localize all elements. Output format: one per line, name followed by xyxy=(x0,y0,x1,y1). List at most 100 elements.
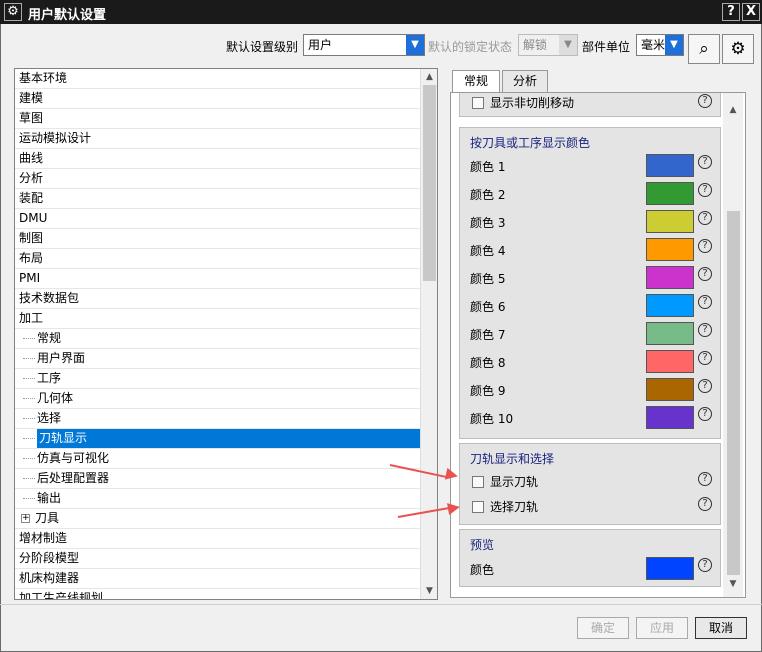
tree-item[interactable]: 运动模拟设计 xyxy=(15,129,421,149)
color-swatch[interactable] xyxy=(646,238,694,261)
help-icon[interactable]: ? xyxy=(698,558,712,572)
help-button[interactable]: ? xyxy=(722,3,740,21)
tree-item[interactable]: 用户界面 xyxy=(15,349,421,369)
tree-item[interactable]: 常规 xyxy=(15,329,421,349)
tree-item[interactable]: 分阶段模型 xyxy=(15,549,421,569)
color-swatch[interactable] xyxy=(646,266,694,289)
help-icon[interactable]: ? xyxy=(698,379,712,393)
tree-item[interactable]: 仿真与可视化 xyxy=(15,449,421,469)
expand-plus-icon[interactable]: + xyxy=(21,514,30,523)
tree-item-label: 技术数据包 xyxy=(19,291,80,305)
tree-item[interactable]: 分析 xyxy=(15,169,421,189)
chevron-down-icon[interactable]: ▼ xyxy=(406,35,424,55)
tree-item[interactable]: 工序 xyxy=(15,369,421,389)
apply-button[interactable]: 应用 xyxy=(636,617,688,639)
chevron-down-icon[interactable]: ▼ xyxy=(665,35,683,55)
panel-scrollbar[interactable]: ▲ ▼ xyxy=(723,93,743,597)
scroll-down-icon[interactable]: ▼ xyxy=(421,583,437,599)
tree-item[interactable]: PMI xyxy=(15,269,421,289)
tree-item[interactable]: 加工 xyxy=(15,309,421,329)
tree-item[interactable]: 加工生产线规划 xyxy=(15,589,421,599)
scroll-up-icon[interactable]: ▲ xyxy=(723,101,743,119)
gear-icon[interactable]: ⚙ xyxy=(4,3,22,21)
tree-item-label: 后处理配置器 xyxy=(37,471,110,485)
tree-item-label: 加工 xyxy=(19,311,44,325)
tree-item[interactable]: 布局 xyxy=(15,249,421,269)
help-icon[interactable]: ? xyxy=(698,183,712,197)
help-icon[interactable]: ? xyxy=(698,472,712,486)
panel-scroll-thumb[interactable] xyxy=(727,211,740,575)
tree-scrollbar[interactable]: ▲ ▼ xyxy=(420,69,437,599)
color-swatch[interactable] xyxy=(646,350,694,373)
help-icon[interactable]: ? xyxy=(698,323,712,337)
tree-item[interactable]: 刀轨显示 xyxy=(15,429,423,449)
tree-item[interactable]: 草图 xyxy=(15,109,421,129)
tree-item[interactable]: + 刀具 xyxy=(15,509,421,529)
find-binoculars-button[interactable]: ⌕ xyxy=(688,34,720,64)
tree-scroll-thumb[interactable] xyxy=(423,85,436,281)
level-select[interactable]: 用户 ▼ xyxy=(303,34,425,56)
color-swatch[interactable] xyxy=(646,182,694,205)
tree-item-label: 常规 xyxy=(37,331,62,345)
help-icon[interactable]: ? xyxy=(698,497,712,511)
close-button[interactable]: X xyxy=(742,3,760,21)
help-icon[interactable]: ? xyxy=(698,351,712,365)
color-swatch[interactable] xyxy=(646,322,694,345)
tree-item[interactable]: 技术数据包 xyxy=(15,289,421,309)
tab-analysis[interactable]: 分析 xyxy=(502,70,548,92)
tree-item[interactable]: DMU xyxy=(15,209,421,229)
tree-item[interactable]: 增材制造 xyxy=(15,529,421,549)
help-icon[interactable]: ? xyxy=(698,407,712,421)
tree-item[interactable]: 曲线 xyxy=(15,149,421,169)
scroll-down-icon[interactable]: ▼ xyxy=(723,575,743,593)
cancel-button[interactable]: 取消 xyxy=(695,617,747,639)
lock-select[interactable]: 解锁 ▼ xyxy=(518,34,578,56)
tab-general[interactable]: 常规 xyxy=(452,70,500,93)
category-tree[interactable]: 基本环境建模 草图 运动模拟设计 曲线分析装配 DMU 制图 布局 PMI 技术数据包加工常规用… xyxy=(14,68,438,600)
tree-item[interactable]: 装配 xyxy=(15,189,421,209)
color-swatch[interactable] xyxy=(646,294,694,317)
help-icon[interactable]: ? xyxy=(698,239,712,253)
tree-guide-line xyxy=(23,458,35,459)
tree-item-label: 增材制造 xyxy=(19,531,68,545)
tree-item[interactable]: 建模 xyxy=(15,89,421,109)
help-icon[interactable]: ? xyxy=(698,295,712,309)
tree-item[interactable]: 输出 xyxy=(15,489,421,509)
tree-item[interactable]: 基本环境 xyxy=(15,69,421,89)
select-toolpath-label: 选择刀轨 xyxy=(490,500,539,514)
color-label: 颜色 8 xyxy=(470,356,506,370)
preview-color-swatch[interactable] xyxy=(646,557,694,580)
unit-label: 部件单位 xyxy=(582,40,631,54)
non-cutting-checkbox[interactable] xyxy=(472,97,484,109)
tree-item[interactable]: 制图 xyxy=(15,229,421,249)
show-toolpath-checkbox[interactable] xyxy=(472,476,484,488)
chevron-down-icon[interactable]: ▼ xyxy=(559,35,577,55)
tree-item-label: 分析 xyxy=(19,171,44,185)
help-icon[interactable]: ? xyxy=(698,94,712,108)
tree-item-label: 基本环境 xyxy=(19,71,68,85)
select-toolpath-checkbox[interactable] xyxy=(472,501,484,513)
ok-button[interactable]: 确定 xyxy=(577,617,629,639)
color-swatch[interactable] xyxy=(646,378,694,401)
color-swatch[interactable] xyxy=(646,154,694,177)
tree-item-label: 用户界面 xyxy=(37,351,86,365)
tree-item[interactable]: 机床构建器 xyxy=(15,569,421,589)
color-swatch[interactable] xyxy=(646,210,694,233)
tree-item[interactable]: 后处理配置器 xyxy=(15,469,421,489)
help-icon[interactable]: ? xyxy=(698,211,712,225)
unit-select[interactable]: 毫米 ▼ xyxy=(636,34,684,56)
tree-guide-line xyxy=(23,438,35,439)
help-icon[interactable]: ? xyxy=(698,155,712,169)
level-label: 默认设置级别 xyxy=(226,40,299,54)
tree-item[interactable]: 选择 xyxy=(15,409,421,429)
color-label: 颜色 3 xyxy=(470,216,506,230)
tree-guide-line xyxy=(23,498,35,499)
color-swatch[interactable] xyxy=(646,406,694,429)
help-icon[interactable]: ? xyxy=(698,267,712,281)
tree-item-label: PMI xyxy=(19,271,41,285)
settings-panel: 显示非切削移动 ? 按刀具或工序显示颜色 颜色 1? 颜色 2? 颜色 3? 颜色 4… xyxy=(450,92,746,598)
scroll-up-icon[interactable]: ▲ xyxy=(421,69,437,85)
tree-item-label: 机床构建器 xyxy=(19,571,80,585)
tree-item[interactable]: 几何体 xyxy=(15,389,421,409)
settings-button[interactable]: ⚙ xyxy=(722,34,754,64)
